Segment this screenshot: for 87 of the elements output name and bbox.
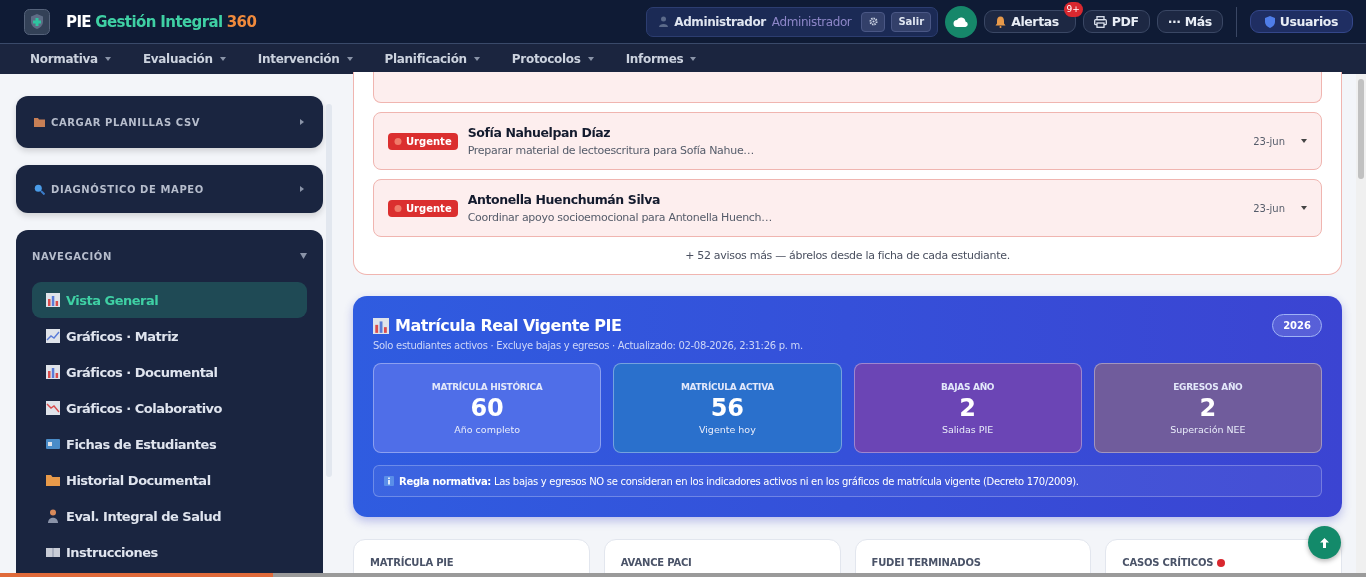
user-name: Administrador [674, 14, 766, 29]
info-icon [384, 476, 394, 486]
caret-down-icon[interactable] [300, 253, 307, 259]
collapsible-panel[interactable]: CARGAR PLANILLAS CSV [16, 96, 323, 148]
nav-item[interactable]: Gráficos · Matriz [32, 318, 307, 354]
caret-down-icon[interactable] [1301, 206, 1307, 210]
more-notices-text: + 52 avisos más — ábrelos desde la ficha de cada estudiante. [684, 249, 1011, 262]
shield-icon [1264, 15, 1275, 28]
bar-chart-icon [373, 317, 389, 334]
nav-item[interactable]: Gráficos · Colaborativo [32, 390, 307, 426]
notice-date: 23-jun [1253, 135, 1285, 147]
caret-down-icon[interactable] [1301, 139, 1307, 143]
panel-title: NAVEGACIÓN [32, 250, 112, 262]
book-icon [46, 545, 60, 559]
rule-text: Regla normativa: Las bajas y egresos NO se consideran en los indicadores activos ni en los gráficos de matrícula vigente (Decreto 170/2009). [399, 475, 1079, 487]
stat-label: EGRESOS AÑO [1173, 381, 1243, 392]
line-chart-icon [46, 401, 60, 415]
urgent-tag: Urgente [388, 132, 458, 150]
line-chart-icon [46, 329, 60, 343]
notice-card[interactable]: Urgente Sofía Nahuelpan Díaz Preparar material de lectoescritura para Sofía Nahue… 23-jun [373, 112, 1322, 170]
caret-icon [473, 57, 480, 61]
kpi-label: AVANCE PACI [620, 557, 692, 568]
settings-icon [868, 17, 878, 26]
menu-item[interactable]: Intervención [257, 52, 353, 66]
nav-item[interactable]: Historial Documental [32, 462, 307, 498]
menu-item[interactable]: Informes [625, 52, 697, 66]
stat-note: Salidas PIE [941, 423, 994, 435]
year-badge: 2026 [1272, 314, 1322, 337]
arrow-up-icon [1320, 537, 1329, 548]
magnifier-icon [34, 183, 45, 195]
more-button[interactable]: ··· Más [1156, 10, 1223, 33]
id-card-icon [46, 437, 60, 451]
notice-date: 23-jun [1253, 202, 1285, 214]
caret-icon [104, 57, 111, 61]
notice-text: Preparar material de lectoescritura para Sofía Nahue… [467, 144, 756, 157]
caret-icon [690, 57, 697, 61]
bar-chart-icon [46, 293, 60, 307]
pdf-button[interactable]: PDF [1082, 10, 1150, 33]
bell-icon [995, 15, 1007, 28]
nav-item[interactable]: Instrucciones [32, 534, 307, 570]
menu-item[interactable]: Evaluación [142, 52, 226, 66]
stat-value: 2 [959, 393, 976, 422]
collapsible-panel[interactable]: DIAGNÓSTICO DE MAPEO [16, 165, 323, 213]
stat-label: BAJAS AÑO [941, 381, 995, 392]
notice-text: Coordinar apoyo socioemocional para Antonella Huench… [467, 211, 773, 224]
student-name: Antonella Huenchumán Silva [467, 192, 661, 207]
caret-icon [587, 57, 594, 61]
stat-value: 60 [470, 393, 504, 422]
card-title: Matrícula Real Vigente PIE [395, 316, 622, 335]
shield-logo-icon [24, 8, 50, 35]
nav-item[interactable]: Eval. Integral de Salud [32, 498, 307, 534]
users-button[interactable]: Usuarios [1249, 10, 1353, 33]
bar-chart-icon [46, 365, 60, 379]
notice-card[interactable]: Urgente Antonella Huenchumán Silva Coordinar apoyo socioemocional para Antonella Huench… 23-jun [373, 179, 1322, 237]
person-icon [46, 509, 60, 523]
stat-note: Vigente hoy [698, 423, 756, 435]
kpi-label: MATRÍCULA PIE [370, 557, 454, 568]
menu-item[interactable]: Planificación [384, 52, 480, 66]
card-subtitle: Solo estudiantes activos · Excluye bajas y egresos · Actualizado: 02-08-2026, 2:31:26 p. m. [373, 340, 804, 351]
kpi-label: FUDEI TERMINADOS [871, 557, 981, 568]
nav-item[interactable]: Gráficos · Documental [32, 354, 307, 390]
menu-item[interactable]: Protocolos [511, 52, 594, 66]
urgent-tag: Urgente [388, 199, 458, 217]
alerts-count-badge: 9+ [1063, 2, 1083, 17]
user-role: Administrador [771, 14, 852, 29]
stat-label: MATRÍCULA ACTIVA [680, 381, 774, 392]
stat-label: MATRÍCULA HISTÓRICA [431, 381, 543, 392]
cloud-icon [953, 16, 970, 27]
stat-note: Año completo [454, 423, 520, 435]
user-icon [659, 16, 669, 27]
settings-button[interactable] [861, 11, 886, 32]
menu-item[interactable]: Normativa [30, 52, 111, 66]
nav-item[interactable]: Vista General [32, 282, 307, 318]
nav-item[interactable]: Fichas de Estudiantes [32, 426, 307, 462]
kpi-label: CASOS CRÍTICOS [1122, 557, 1214, 568]
cloud-button[interactable] [945, 5, 978, 38]
folder-icon [46, 473, 60, 487]
stat-value: 56 [710, 393, 745, 422]
logout-button[interactable]: Salir [891, 11, 932, 32]
app-title: PIE Gestión Integral 360 [66, 12, 257, 31]
stat-value: 2 [1199, 393, 1217, 422]
caret-icon [219, 57, 226, 61]
printer-icon [1093, 15, 1107, 28]
stat-note: Superación NEE [1170, 423, 1246, 435]
caret-icon [346, 57, 353, 61]
folder-icon [34, 117, 45, 127]
student-name: Sofía Nahuelpan Díaz [467, 125, 612, 140]
